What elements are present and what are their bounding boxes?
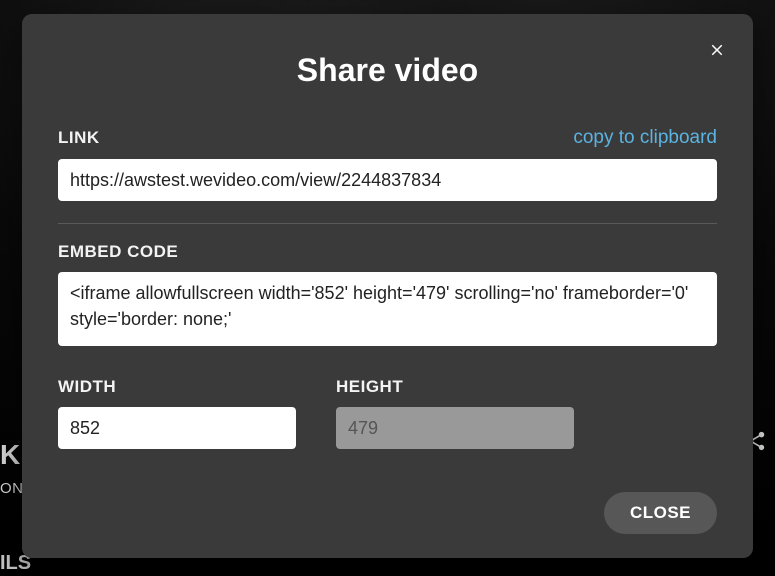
height-input xyxy=(336,407,574,449)
width-label: WIDTH xyxy=(58,377,296,397)
embed-code-textarea[interactable]: <iframe allowfullscreen width='852' heig… xyxy=(58,272,717,346)
close-button[interactable]: CLOSE xyxy=(604,492,717,534)
share-link-input[interactable] xyxy=(58,159,717,201)
copy-to-clipboard-link[interactable]: copy to clipboard xyxy=(573,127,717,149)
modal-title: Share video xyxy=(58,52,717,89)
close-icon[interactable] xyxy=(703,36,731,64)
link-label: LINK xyxy=(58,128,100,148)
embed-code-label: EMBED CODE xyxy=(58,242,717,262)
divider xyxy=(58,223,717,224)
share-video-modal: Share video LINK copy to clipboard EMBED… xyxy=(22,14,753,558)
height-label: HEIGHT xyxy=(336,377,574,397)
width-input[interactable] xyxy=(58,407,296,449)
background-partial-text: K ON xyxy=(0,440,24,499)
